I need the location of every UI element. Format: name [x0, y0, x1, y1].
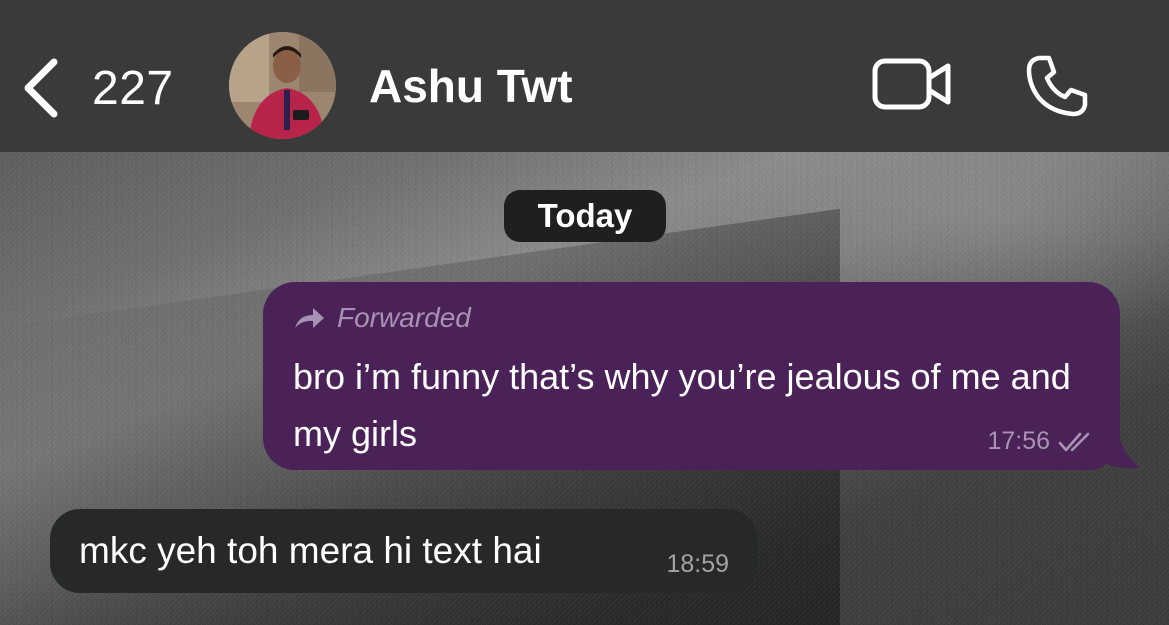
message-text: bro i’m funny that’s why you’re jealous … — [293, 356, 1071, 454]
message-time: 18:59 — [666, 550, 729, 578]
back-button[interactable]: 227 — [20, 48, 174, 128]
chevron-left-icon — [24, 58, 58, 118]
forwarded-indicator: Forwarded — [293, 302, 471, 334]
video-call-button[interactable] — [872, 58, 952, 115]
incoming-message-bubble[interactable]: mkc yeh toh mera hi text hai 18:59 — [50, 509, 757, 593]
phone-icon — [1026, 55, 1088, 117]
message-text: mkc yeh toh mera hi text hai — [79, 530, 542, 571]
video-camera-icon — [872, 58, 951, 110]
contact-name[interactable]: Ashu Twt — [369, 58, 573, 114]
chat-header: 227 Ashu Twt — [0, 0, 1169, 152]
voice-call-button[interactable] — [1025, 54, 1089, 123]
outgoing-message-bubble[interactable]: Forwarded bro i’m funny that’s why you’r… — [263, 282, 1120, 470]
forwarded-label: Forwarded — [337, 302, 471, 333]
double-check-icon — [1058, 432, 1090, 451]
chat-screen: 227 Ashu Twt Today Forwarded bro i’m fun… — [0, 0, 1169, 625]
message-time: 17:56 — [987, 427, 1050, 455]
date-separator: Today — [504, 190, 666, 242]
message-meta: 17:56 — [987, 427, 1092, 456]
bubble-tail — [1090, 420, 1140, 469]
avatar[interactable] — [229, 32, 336, 139]
unread-count: 227 — [92, 61, 174, 115]
forward-arrow-icon — [295, 308, 324, 328]
